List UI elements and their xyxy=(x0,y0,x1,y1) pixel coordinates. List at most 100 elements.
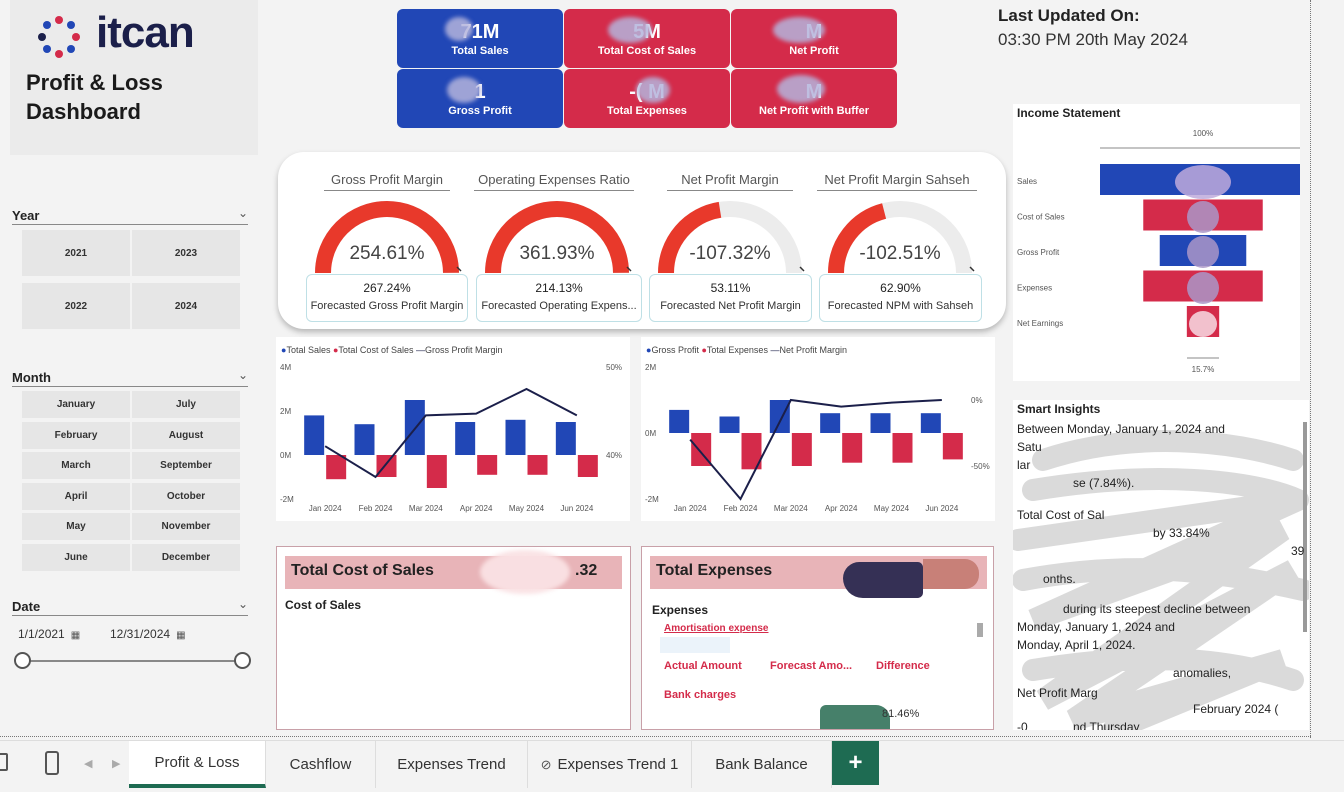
kpi-label: Net Profit xyxy=(789,44,839,57)
canvas-border xyxy=(0,736,1311,737)
month-option-september[interactable]: September xyxy=(132,452,240,480)
bar-gross-profit[interactable] xyxy=(820,413,841,433)
chevron-down-icon[interactable]: ⌄ xyxy=(238,368,248,382)
gauge-title: Gross Profit Margin xyxy=(324,172,450,191)
bar-total-expenses[interactable] xyxy=(842,433,863,463)
date-slicer-title: Date xyxy=(12,599,41,614)
year-option-2024[interactable]: 2024 xyxy=(132,283,240,329)
bar-total-sales[interactable] xyxy=(354,424,375,455)
column-difference[interactable]: Difference xyxy=(876,660,930,672)
month-option-may[interactable]: May xyxy=(22,513,130,541)
year-option-2022[interactable]: 2022 xyxy=(22,283,130,329)
y-axis-tick: 2M xyxy=(280,407,291,416)
x-axis-tick: Mar 2024 xyxy=(409,504,443,513)
gauge-title: Net Profit Margin Sahseh xyxy=(817,172,977,191)
cost-of-sales-value: .32 xyxy=(575,562,598,579)
bar-total-expenses[interactable] xyxy=(791,433,812,466)
kpi-card-gross-profit[interactable]: 1Gross Profit xyxy=(397,69,563,128)
sales-chart-svg: 4M 2M 0M -2M 50% 40% Jan 2024 Feb 2024 Mar 2024 A… xyxy=(280,363,622,513)
tab-expenses-trend-1[interactable]: ⊘ Expenses Trend 1 xyxy=(528,741,692,788)
bar-total-expenses[interactable] xyxy=(942,433,963,460)
tab-cashflow[interactable]: Cashflow xyxy=(266,741,376,788)
bar-total-sales[interactable] xyxy=(455,422,476,455)
bar-total-cost-of-sales[interactable] xyxy=(326,455,347,480)
kpi-label: Gross Profit xyxy=(448,104,512,117)
kpi-card-net-profit-with-buffer[interactable]: MNet Profit with Buffer xyxy=(731,69,897,128)
bar-total-cost-of-sales[interactable] xyxy=(376,455,397,477)
next-page-icon[interactable]: ▶ xyxy=(112,757,120,770)
bar-total-sales[interactable] xyxy=(555,422,576,455)
smart-insights-title: Smart Insights xyxy=(1017,402,1101,416)
start-date-input[interactable]: 1/1/2021 ▦ xyxy=(18,627,100,641)
month-option-july[interactable]: July xyxy=(132,391,240,418)
x-axis-tick: Feb 2024 xyxy=(359,504,393,513)
x-axis-tick: Jun 2024 xyxy=(560,504,593,513)
bar-gross-profit[interactable] xyxy=(920,413,941,433)
gauge-arc xyxy=(658,201,805,274)
page-tab-bar: ◀ ▶ Profit & Loss Cashflow Expenses Tren… xyxy=(0,740,1344,792)
forecast-value: 53.11% xyxy=(710,281,751,295)
kpi-card-total-sales[interactable]: 71M Total Sales xyxy=(397,9,563,68)
legend-item: Net Profit Margin xyxy=(779,345,847,355)
expense-row-bank-charges[interactable]: Bank charges xyxy=(664,689,736,701)
date-slider-end-handle[interactable] xyxy=(234,652,251,669)
month-option-october[interactable]: October xyxy=(132,482,240,510)
x-axis-tick: Apr 2024 xyxy=(460,504,493,513)
bar-gross-profit[interactable] xyxy=(769,400,790,433)
tab-expenses-trend[interactable]: Expenses Trend xyxy=(376,741,528,788)
bar-gross-profit[interactable] xyxy=(870,413,891,433)
year-option-2023[interactable]: 2023 xyxy=(132,230,240,276)
hidden-eye-icon: ⊘ xyxy=(540,756,552,772)
bar-gross-profit[interactable] xyxy=(719,416,740,434)
desktop-view-icon[interactable] xyxy=(0,753,8,771)
end-date-input[interactable]: 12/31/2024 ▦ xyxy=(110,627,194,641)
month-option-february[interactable]: February xyxy=(22,421,130,449)
bar-gross-profit[interactable] xyxy=(669,409,690,433)
bar-total-sales[interactable] xyxy=(304,415,325,455)
calendar-icon[interactable]: ▦ xyxy=(176,630,185,641)
funnel-category-label: Expenses xyxy=(1017,284,1052,293)
month-option-june[interactable]: June xyxy=(22,544,130,571)
bar-total-cost-of-sales[interactable] xyxy=(577,455,598,477)
date-slider-track xyxy=(22,660,244,662)
legend-line-icon: — xyxy=(415,345,425,355)
month-option-december[interactable]: December xyxy=(132,544,240,571)
bar-total-cost-of-sales[interactable] xyxy=(477,455,498,475)
year-option-2021[interactable]: 2021 xyxy=(22,230,130,276)
calendar-icon[interactable]: ▦ xyxy=(71,630,80,641)
column-forecast-amount[interactable]: Forecast Amo... xyxy=(770,660,852,672)
bar-total-cost-of-sales[interactable] xyxy=(527,455,548,475)
bar-total-expenses[interactable] xyxy=(892,433,913,463)
column-actual-amount[interactable]: Actual Amount xyxy=(664,660,742,672)
month-option-april[interactable]: April xyxy=(22,482,130,510)
smart-insights-card: Smart Insights Between Monday, January 1… xyxy=(1013,400,1309,730)
chevron-down-icon[interactable]: ⌄ xyxy=(238,206,248,220)
phone-view-icon[interactable] xyxy=(45,751,59,775)
y2-axis-tick: -50% xyxy=(971,462,990,471)
expense-row-amortisation[interactable]: Amortisation expense xyxy=(664,623,768,634)
insight-text: during its steepest decline between xyxy=(1063,602,1251,616)
prev-page-icon[interactable]: ◀ xyxy=(84,757,92,770)
gauge-arc xyxy=(314,200,462,274)
x-axis-tick: Feb 2024 xyxy=(724,504,758,513)
bar-total-sales[interactable] xyxy=(505,419,526,455)
funnel-category-label: Net Earnings xyxy=(1017,319,1063,328)
year-slicer-title: Year xyxy=(12,208,40,223)
month-option-january[interactable]: January xyxy=(22,391,130,418)
expenses-header: Total Expenses xyxy=(650,556,987,598)
kpi-card-total-cost-of-sales[interactable]: 5MTotal Cost of Sales xyxy=(564,9,730,68)
date-slider-start-handle[interactable] xyxy=(14,652,31,669)
kpi-card-total-expenses[interactable]: -( MTotal Expenses xyxy=(564,69,730,128)
scrollbar[interactable] xyxy=(1303,422,1307,632)
month-option-march[interactable]: March xyxy=(22,452,130,480)
funnel-bottom-label: 15.7% xyxy=(1192,365,1215,374)
scrollbar[interactable] xyxy=(977,623,983,637)
tab-bank-balance[interactable]: Bank Balance xyxy=(692,741,832,788)
month-option-november[interactable]: November xyxy=(132,513,240,541)
month-option-august[interactable]: August xyxy=(132,421,240,449)
bar-total-cost-of-sales[interactable] xyxy=(426,455,447,488)
add-page-button[interactable]: + xyxy=(832,741,879,785)
tab-profit-loss[interactable]: Profit & Loss xyxy=(129,741,266,788)
chevron-down-icon[interactable]: ⌄ xyxy=(238,597,248,611)
kpi-card-net-profit[interactable]: MNet Profit xyxy=(731,9,897,68)
